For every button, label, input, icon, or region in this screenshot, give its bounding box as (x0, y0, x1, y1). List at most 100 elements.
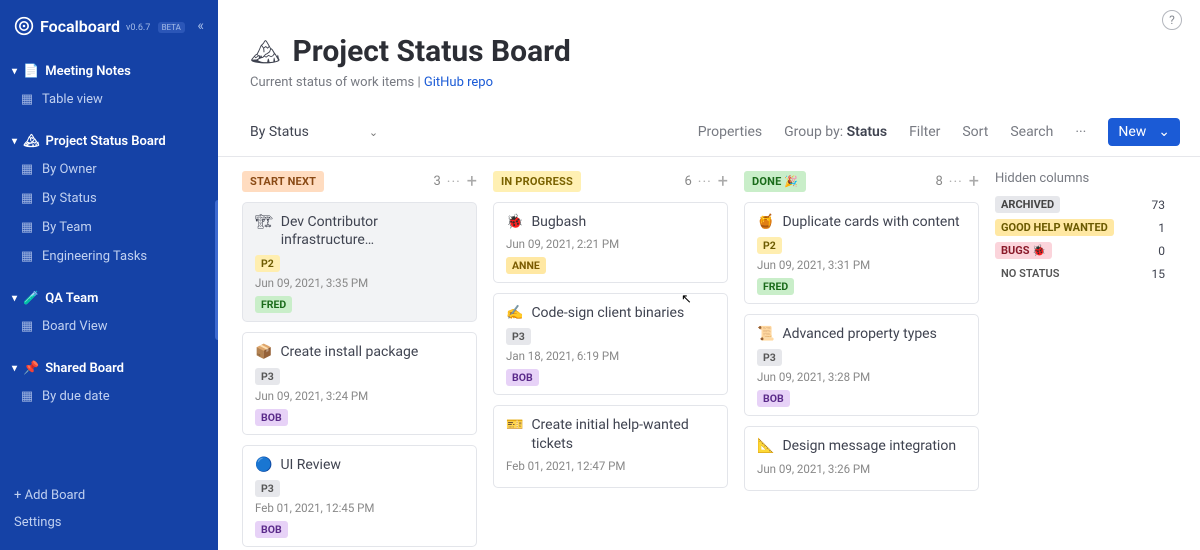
card-date: Jun 09, 2021, 3:31 PM (757, 258, 966, 272)
group-icon: 🧪 (23, 291, 39, 306)
hidden-column-label: BUGS 🐞 (995, 242, 1052, 259)
properties-button[interactable]: Properties (698, 124, 762, 140)
owner-badge: BOB (255, 409, 288, 426)
board-icon[interactable]: 🏔 (250, 38, 280, 66)
card[interactable]: 📦Create install packageP3Jun 09, 2021, 3… (242, 332, 477, 434)
help-icon[interactable]: ? (1162, 10, 1182, 30)
app-name: Focalboard (40, 17, 120, 36)
column-label[interactable]: DONE 🎉 (744, 171, 806, 192)
sidebar-group-header[interactable]: ▾🧪QA Team (0, 285, 218, 312)
card-title: Design message integration (782, 437, 956, 455)
card-title: Bugbash (531, 213, 586, 231)
sidebar-item[interactable]: ▦By due date (0, 382, 218, 411)
card[interactable]: 🍯Duplicate cards with contentP2Jun 09, 2… (744, 202, 979, 304)
sidebar-item-label: Board View (42, 319, 108, 334)
card-date: Feb 01, 2021, 12:47 PM (506, 459, 715, 473)
sidebar: Focalboard v0.6.7 BETA « ▾📄Meeting Notes… (0, 0, 218, 550)
board-title[interactable]: Project Status Board (292, 34, 570, 69)
owner-badge: FRED (757, 278, 794, 295)
main: ? 🏔 Project Status Board Current status … (218, 0, 1200, 550)
toolbar-actions: Properties Group by: Status Filter Sort … (698, 118, 1180, 146)
hidden-columns: Hidden columnsARCHIVED73GOOD HELP WANTED… (995, 171, 1165, 550)
view-icon: ▦ (20, 220, 34, 235)
sidebar-item-label: By Status (42, 191, 97, 206)
card-icon: ✍️ (506, 304, 523, 322)
sidebar-item[interactable]: ▦Engineering Tasks (0, 242, 218, 271)
search-button[interactable]: Search (1010, 124, 1053, 140)
view-selector[interactable]: By Status ⌄ (250, 124, 378, 140)
card[interactable]: 📐Design message integrationJun 09, 2021,… (744, 426, 979, 490)
hidden-column-row[interactable]: ARCHIVED73 (995, 196, 1165, 213)
hidden-column-label: GOOD HELP WANTED (995, 219, 1114, 236)
priority-badge: P3 (255, 368, 280, 385)
hidden-column-label: ARCHIVED (995, 196, 1060, 213)
view-icon: ▦ (20, 319, 34, 334)
sidebar-item[interactable]: ▦By Status (0, 184, 218, 213)
collapse-sidebar-icon[interactable]: « (197, 18, 204, 34)
card[interactable]: ✍️Code-sign client binariesP3Jan 18, 202… (493, 293, 728, 395)
board-subtitle: Current status of work items | GitHub re… (250, 75, 1200, 90)
column-add-icon[interactable]: + (467, 171, 477, 192)
board-column: DONE 🎉 8 ··· + 🍯Duplicate cards with content… (744, 171, 979, 550)
group-by-button[interactable]: Group by: Status (784, 124, 887, 140)
column-more-icon[interactable]: ··· (698, 174, 712, 190)
priority-badge: P2 (255, 255, 280, 272)
card[interactable]: 📜Advanced property typesP3Jun 09, 2021, … (744, 314, 979, 416)
column-add-icon[interactable]: + (969, 171, 979, 192)
hidden-column-count: 1 (1158, 221, 1165, 235)
chevron-down-icon: ▾ (12, 66, 17, 77)
board-column: IN PROGRESS6···+🐞BugbashJun 09, 2021, 2:… (493, 171, 728, 550)
column-label[interactable]: START NEXT (242, 171, 324, 192)
owner-badge: ANNE (506, 257, 546, 274)
board-header: 🏔 Project Status Board Current status of… (218, 0, 1200, 100)
sidebar-item[interactable]: ▦By Owner (0, 155, 218, 184)
card-icon: 🔵 (255, 456, 272, 474)
sort-button[interactable]: Sort (962, 124, 988, 140)
column-count: 8 (935, 174, 942, 189)
sidebar-item[interactable]: ▦ Board View (0, 312, 218, 341)
group-icon: 📌 (23, 361, 39, 376)
sidebar-item-label: By due date (42, 389, 110, 404)
card-title: UI Review (280, 456, 340, 474)
filter-button[interactable]: Filter (909, 124, 940, 140)
card-icon: 🐞 (506, 213, 523, 231)
group-label: Shared Board (45, 361, 124, 376)
hidden-column-count: 15 (1152, 267, 1166, 281)
priority-badge: P2 (757, 237, 782, 254)
card-title: Code-sign client binaries (531, 304, 684, 322)
hidden-column-row[interactable]: GOOD HELP WANTED 1 (995, 219, 1165, 236)
chevron-down-icon: ▾ (12, 293, 17, 304)
app-logo[interactable]: Focalboard (14, 16, 120, 36)
view-icon: ▦ (20, 249, 34, 264)
column-label[interactable]: IN PROGRESS (493, 171, 581, 192)
toolbar: By Status ⌄ Properties Group by: Status … (218, 100, 1200, 157)
card-date: Jun 09, 2021, 3:26 PM (757, 462, 966, 476)
card[interactable]: 🎫Create initial help-wanted ticketsFeb 0… (493, 405, 728, 487)
column-more-icon[interactable]: ··· (949, 174, 963, 190)
card[interactable]: 🏗Dev Contributor infrastructure…P2Jun 09… (242, 202, 477, 322)
sidebar-group-header[interactable]: ▾🏔Project Status Board (0, 128, 218, 155)
card-title: Create install package (280, 343, 418, 361)
column-more-icon[interactable]: ··· (447, 174, 461, 190)
card-icon: 🏗 (255, 213, 273, 249)
sidebar-item-label: By Owner (42, 162, 97, 177)
sidebar-item[interactable]: ▦By Team (0, 213, 218, 242)
hidden-column-row[interactable]: NO STATUS15 (995, 265, 1165, 282)
card-title: Dev Contributor infrastructure… (281, 213, 464, 249)
github-repo-link[interactable]: GitHub repo (424, 75, 493, 90)
sidebar-item[interactable]: ▦Table view (0, 85, 218, 114)
new-button[interactable]: New ⌄ (1108, 118, 1180, 146)
card[interactable]: 🔵UI ReviewP3Feb 01, 2021, 12:45 PMBOB (242, 445, 477, 547)
sidebar-group-header[interactable]: ▾📄Meeting Notes (0, 58, 218, 85)
group-icon: 🏔 (23, 134, 40, 149)
chevron-down-icon: ⌄ (1158, 124, 1170, 140)
column-add-icon[interactable]: + (718, 171, 728, 192)
settings-link[interactable]: Settings (14, 509, 204, 536)
sidebar-group-header[interactable]: ▾📌Shared Board (0, 355, 218, 382)
hidden-column-row[interactable]: BUGS 🐞0 (995, 242, 1165, 259)
add-board-button[interactable]: + Add Board (14, 482, 204, 509)
view-icon: ▦ (20, 92, 34, 107)
card[interactable]: 🐞BugbashJun 09, 2021, 2:21 PMANNE (493, 202, 728, 283)
more-icon[interactable]: ··· (1075, 124, 1086, 140)
sidebar-footer: + Add Board Settings (0, 472, 218, 550)
